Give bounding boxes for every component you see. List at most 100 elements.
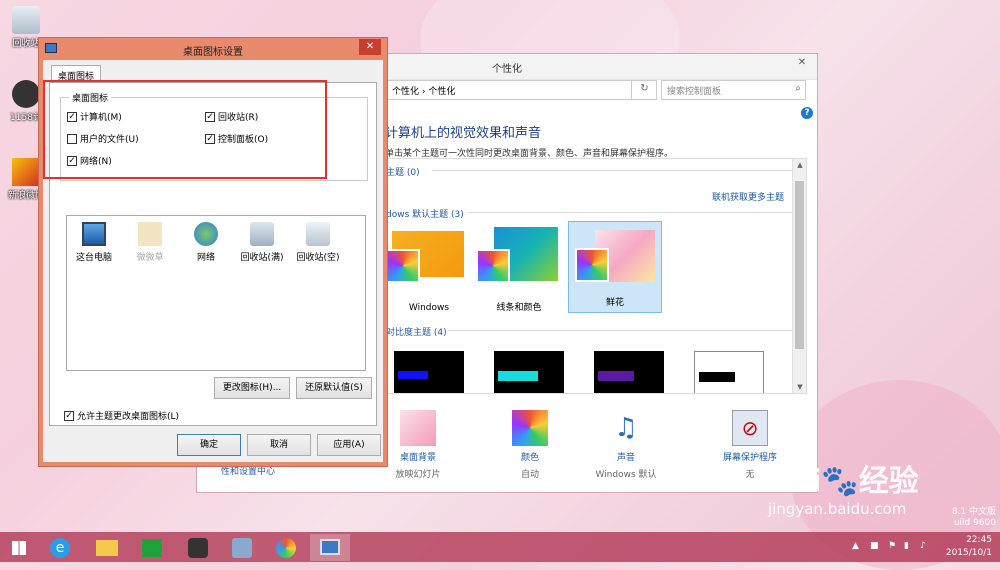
tray-flag-icon[interactable]: ⚑ [888, 541, 896, 551]
theme-label: 线条和颜色 [496, 303, 542, 313]
tray-antivirus-icon[interactable]: ■ [870, 541, 879, 551]
recycle-bin-icon [12, 6, 40, 34]
ie-icon: e [50, 538, 70, 558]
help-icon[interactable]: ? [801, 107, 813, 119]
cancel-button[interactable]: 取消 [247, 434, 311, 456]
list-item-label: 回收站(满) [240, 253, 284, 263]
desktop-background-icon [400, 410, 436, 446]
list-item-label: 微微草 [136, 253, 164, 263]
bottom-sub: Windows 默认 [595, 470, 657, 480]
network-app-icon [232, 538, 252, 558]
tray-chevron-icon[interactable]: ▲ [852, 541, 859, 551]
refresh-icon[interactable]: ↻ [631, 80, 657, 100]
apply-button[interactable]: 应用(A) [317, 434, 381, 456]
ok-button[interactable]: 确定 [177, 434, 241, 456]
list-item-label: 这台电脑 [75, 253, 112, 263]
restore-default-button[interactable]: 还原默认值(S) [296, 377, 372, 399]
baidu-watermark: Bai🐾经验 jingyan.baidu.com [768, 456, 919, 518]
folder-icon [138, 222, 162, 246]
dialog-title: 桌面图标设置 [183, 47, 243, 58]
watermark-brand2: 经验 [858, 464, 919, 499]
color-icon [512, 410, 548, 446]
divider [432, 170, 792, 171]
taskbar-network-app[interactable] [222, 534, 262, 561]
get-more-themes-link[interactable]: 联机获取更多主题 [712, 190, 784, 203]
list-item-label: 回收站(空) [296, 253, 340, 263]
recycle-bin-full-icon [250, 222, 274, 246]
red-annotation-box [43, 80, 327, 179]
clock[interactable]: 22:45 2015/10/1 [946, 534, 992, 560]
watermark-logo: Bai🐾经验 [768, 456, 919, 500]
taskbar-personalization[interactable] [310, 534, 350, 561]
taskbar-ie[interactable]: e [40, 534, 80, 561]
app-icon [12, 80, 40, 108]
divider [448, 330, 792, 331]
build-info-line1: 8.1 中文版 [951, 507, 996, 517]
theme-label: Windows [408, 303, 450, 313]
icon-preview-list: 这台电脑 微微草 网络 回收站(满) 回收站(空) [66, 215, 366, 371]
hc-bar [598, 371, 634, 381]
checkbox-label: 允许主题更改桌面图标(L) [77, 412, 180, 422]
checkbox-box: ✓ [64, 410, 74, 421]
search-input[interactable]: 搜索控制面板 ⌕ [661, 80, 806, 100]
list-item-this-pc[interactable]: 这台电脑 [67, 222, 121, 263]
close-icon[interactable]: ✕ [793, 57, 811, 73]
hc-bar [398, 371, 428, 379]
bottom-sub: 放映幻灯片 [395, 470, 441, 480]
theme-windows[interactable]: Windows [386, 225, 476, 317]
dialog-titlebar[interactable]: 桌面图标设置 ✕ [39, 38, 387, 60]
hc-bar [699, 372, 735, 382]
list-item-user-folder[interactable]: 微微草 [123, 222, 177, 263]
taskbar-store[interactable] [132, 534, 172, 561]
monitor-icon [320, 539, 340, 555]
color-palette-icon [575, 248, 609, 282]
theme-high-contrast-white[interactable] [694, 351, 764, 393]
color-link[interactable]: 颜色 自动 [485, 410, 575, 480]
paw-icon: 🐾 [821, 464, 859, 499]
sounds-link[interactable]: ♫ 声音 Windows 默认 [581, 410, 671, 480]
bottom-sub: 自动 [520, 470, 539, 480]
change-icon-button[interactable]: 更改图标(H)... [214, 377, 290, 399]
close-button[interactable]: ✕ [359, 39, 381, 55]
search-placeholder: 搜索控制面板 [667, 87, 722, 97]
scrollbar[interactable]: ▲ ▼ [792, 159, 806, 393]
breadcrumb: 个性化 › 个性化 [392, 87, 456, 97]
scroll-up-icon[interactable]: ▲ [793, 161, 806, 169]
theme-high-contrast-2[interactable] [494, 351, 564, 393]
search-icon[interactable]: ⌕ [795, 83, 801, 94]
taskbar-explorer[interactable] [86, 534, 126, 561]
taskbar-paint[interactable] [266, 534, 306, 561]
screensaver-icon: ⊘ [732, 410, 768, 446]
address-bar[interactable]: 个性化 › 个性化 [385, 80, 657, 100]
list-item-recycle-empty[interactable]: 回收站(空) [291, 222, 345, 263]
bottom-label: 声音 [616, 453, 635, 463]
store-icon [142, 539, 162, 557]
theme-flowers[interactable]: 鲜花 [568, 221, 662, 313]
paint-icon [276, 538, 296, 558]
scroll-thumb[interactable] [795, 181, 804, 349]
list-item-network[interactable]: 网络 [179, 222, 233, 263]
list-item-recycle-full[interactable]: 回收站(满) [235, 222, 289, 263]
tray-wifi-icon[interactable]: ▮ [904, 541, 909, 551]
theme-high-contrast-1[interactable] [394, 351, 464, 393]
watermark-brand: Bai [768, 464, 822, 499]
computer-icon [82, 222, 106, 246]
taskbar: e ▲ ■ ⚑ ▮ ♪ 22:45 2015/10/1 [0, 532, 1000, 562]
start-button[interactable] [0, 534, 40, 561]
theme-lines-colors[interactable]: 线条和颜色 [472, 225, 566, 317]
theme-high-contrast-3[interactable] [594, 351, 664, 393]
high-contrast-header: 对比度主题 (4) [386, 328, 447, 338]
color-palette-icon [386, 249, 420, 283]
sounds-icon: ♫ [614, 413, 638, 443]
default-themes-header: dows 默认主题 (3) [386, 210, 464, 220]
desktop-icon-settings-dialog: 桌面图标设置 ✕ 桌面图标 桌面图标 ✓ 计算机(M) ✓ 回收站(R) 用户的文件… [38, 37, 388, 467]
taskbar-app[interactable] [178, 534, 218, 561]
checkbox-allow-themes[interactable]: ✓ 允许主题更改桌面图标(L) [64, 409, 179, 422]
app-icon [188, 538, 208, 558]
my-themes-header: 主题 (0) [386, 168, 420, 178]
tray-volume-icon[interactable]: ♪ [920, 541, 926, 551]
scroll-down-icon[interactable]: ▼ [793, 383, 806, 391]
divider [468, 212, 792, 213]
folder-icon [96, 540, 118, 556]
list-item-label: 网络 [196, 253, 215, 263]
